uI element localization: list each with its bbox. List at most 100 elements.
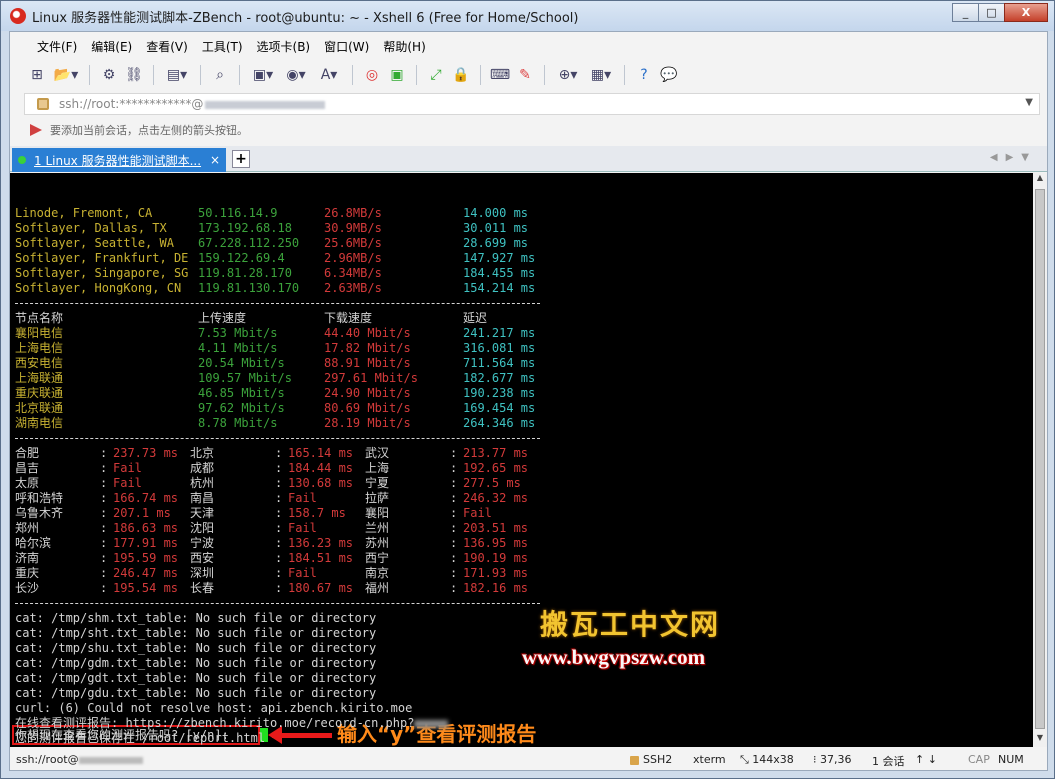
- properties-icon[interactable]: ▤▾: [162, 64, 192, 86]
- ping-value: 171.93 ms: [463, 566, 529, 580]
- tab-nav-arrows-icon[interactable]: ◀▶▼: [990, 152, 1037, 163]
- cn-up: 46.85 Mbit/s: [198, 386, 285, 400]
- cn-latency: 190.238 ms: [463, 386, 536, 400]
- toolbar-divider: [624, 65, 625, 85]
- highlight-icon[interactable]: ✎: [514, 64, 536, 86]
- cn-down: 80.69 Mbit/s: [324, 401, 411, 415]
- tab-bar: 1 Linux 服务器性能测试脚本... × + ◀▶▼: [10, 146, 1047, 172]
- lock-icon[interactable]: 🔒: [450, 64, 472, 86]
- ping-city: 南京: [365, 566, 390, 580]
- address-bar[interactable]: ssh://root:************@ ▼: [24, 93, 1040, 115]
- menu-window[interactable]: 窗口(W): [317, 38, 376, 55]
- xftp-icon[interactable]: ▣: [386, 64, 408, 86]
- cn-down: 44.40 Mbit/s: [324, 326, 411, 340]
- ping-colon: :: [275, 536, 283, 550]
- scroll-up-icon[interactable]: ▲: [1033, 173, 1047, 187]
- add-tab-button[interactable]: +: [232, 150, 250, 168]
- ping-city: 北京: [190, 446, 215, 460]
- cn-down: 28.19 Mbit/s: [324, 416, 411, 430]
- scroll-down-icon[interactable]: ▼: [1033, 733, 1047, 747]
- speed-node: Softlayer, Frankfurt, DE: [15, 251, 189, 265]
- address-dropdown-icon[interactable]: ▼: [1025, 97, 1033, 108]
- ping-city: 宁夏: [365, 476, 390, 490]
- maximize-button[interactable]: □: [978, 3, 1005, 22]
- hint-bar: 要添加当前会话，点击左侧的箭头按钮。: [24, 120, 248, 140]
- open-folder-icon[interactable]: 📂▾: [51, 64, 81, 86]
- ping-colon: :: [275, 446, 283, 460]
- address-value: ssh://root:************@: [59, 97, 326, 111]
- redacted-id: [414, 719, 449, 728]
- xshell-logo-icon: [10, 8, 26, 24]
- separator-line: [15, 438, 540, 439]
- ping-colon: :: [450, 566, 458, 580]
- ping-value: 184.51 ms: [288, 551, 354, 565]
- menu-edit[interactable]: 编辑(E): [84, 38, 139, 55]
- new-tab-icon[interactable]: ⊕▾: [553, 64, 583, 86]
- close-button[interactable]: X: [1004, 3, 1048, 22]
- menu-view[interactable]: 查看(V): [139, 38, 195, 55]
- new-session-icon[interactable]: ⊞: [26, 64, 48, 86]
- tile-icon[interactable]: ▦▾: [586, 64, 616, 86]
- xshell-icon[interactable]: ◎: [361, 64, 383, 86]
- ping-colon: :: [275, 581, 283, 595]
- speed-latency: 154.214 ms: [463, 281, 536, 295]
- disconnect-icon[interactable]: ⛓: [123, 64, 145, 86]
- ping-city: 长春: [190, 581, 215, 595]
- menu-help[interactable]: 帮助(H): [376, 38, 432, 55]
- menu-tools[interactable]: 工具(T): [195, 38, 250, 55]
- connect-icon[interactable]: ⚙: [98, 64, 120, 86]
- ping-city: 西宁: [365, 551, 390, 565]
- help-icon[interactable]: ?: [633, 64, 655, 86]
- ping-city: 武汉: [365, 446, 390, 460]
- toolbar-divider: [544, 65, 545, 85]
- globe-icon[interactable]: ◉▾: [281, 64, 311, 86]
- ping-colon: :: [450, 536, 458, 550]
- menu-tabs[interactable]: 选项卡(B): [250, 38, 318, 55]
- scroll-thumb[interactable]: [1035, 189, 1045, 729]
- search-icon[interactable]: ⌕: [209, 64, 231, 86]
- ping-colon: :: [100, 476, 108, 490]
- lock-icon: [630, 755, 639, 765]
- ping-colon: :: [100, 506, 108, 520]
- log-line: cat: /tmp/gdu.txt_table: No such file or…: [15, 686, 377, 700]
- fullscreen-icon[interactable]: ⤢: [425, 64, 447, 86]
- ping-value: 237.73 ms: [113, 446, 179, 460]
- cn-up: 4.11 Mbit/s: [198, 341, 278, 355]
- cn-latency: 316.081 ms: [463, 341, 536, 355]
- ping-colon: :: [100, 566, 108, 580]
- connected-status-icon: [18, 156, 26, 164]
- ping-colon: :: [100, 551, 108, 565]
- cn-latency: 711.564 ms: [463, 356, 536, 370]
- keyboard-icon[interactable]: ⌨: [489, 64, 511, 86]
- ping-colon: :: [450, 521, 458, 535]
- tab-label: 1 Linux 服务器性能测试脚本...: [34, 153, 202, 168]
- font-icon[interactable]: A▾: [314, 64, 344, 86]
- ping-city: 成都: [190, 461, 215, 475]
- ping-colon: :: [100, 491, 108, 505]
- layout-icon[interactable]: ▣▾: [248, 64, 278, 86]
- log-line: curl: (6) Could not resolve host: api.zb…: [15, 701, 413, 715]
- speed-ip: 159.122.69.4: [198, 251, 285, 265]
- speed-latency: 30.011 ms: [463, 221, 529, 235]
- menu-file[interactable]: 文件(F): [30, 38, 84, 55]
- ping-value: 180.67 ms: [288, 581, 354, 595]
- chat-icon[interactable]: 💬: [658, 64, 680, 86]
- title-bar[interactable]: Linux 服务器性能测试脚本-ZBench - root@ubuntu: ~ …: [1, 1, 1054, 31]
- toolbar-divider: [480, 65, 481, 85]
- toolbar-divider: [200, 65, 201, 85]
- cn-header-node: 节点名称: [15, 311, 64, 325]
- tab-close-icon[interactable]: ×: [210, 153, 220, 167]
- terminal-scrollbar[interactable]: ▲ ▼: [1033, 173, 1047, 747]
- ping-colon: :: [100, 581, 108, 595]
- terminal-output[interactable]: 搬瓦工中文网 www.bwgvpszw.com 输入“y”查看评测报告 Lino…: [10, 173, 1033, 747]
- status-sessions-arrows-icon[interactable]: ↑ ↓: [915, 753, 937, 766]
- speed-node: Linode, Fremont, CA: [15, 206, 153, 220]
- minimize-button[interactable]: _: [952, 3, 979, 22]
- log-line: cat: /tmp/gdm.txt_table: No such file or…: [15, 656, 377, 670]
- ping-colon: :: [275, 521, 283, 535]
- ping-city: 郑州: [15, 521, 40, 535]
- add-session-arrow-icon[interactable]: [30, 124, 42, 136]
- tab-session-1[interactable]: 1 Linux 服务器性能测试脚本... ×: [12, 148, 226, 172]
- ping-city: 兰州: [365, 521, 390, 535]
- ping-city: 重庆: [15, 566, 40, 580]
